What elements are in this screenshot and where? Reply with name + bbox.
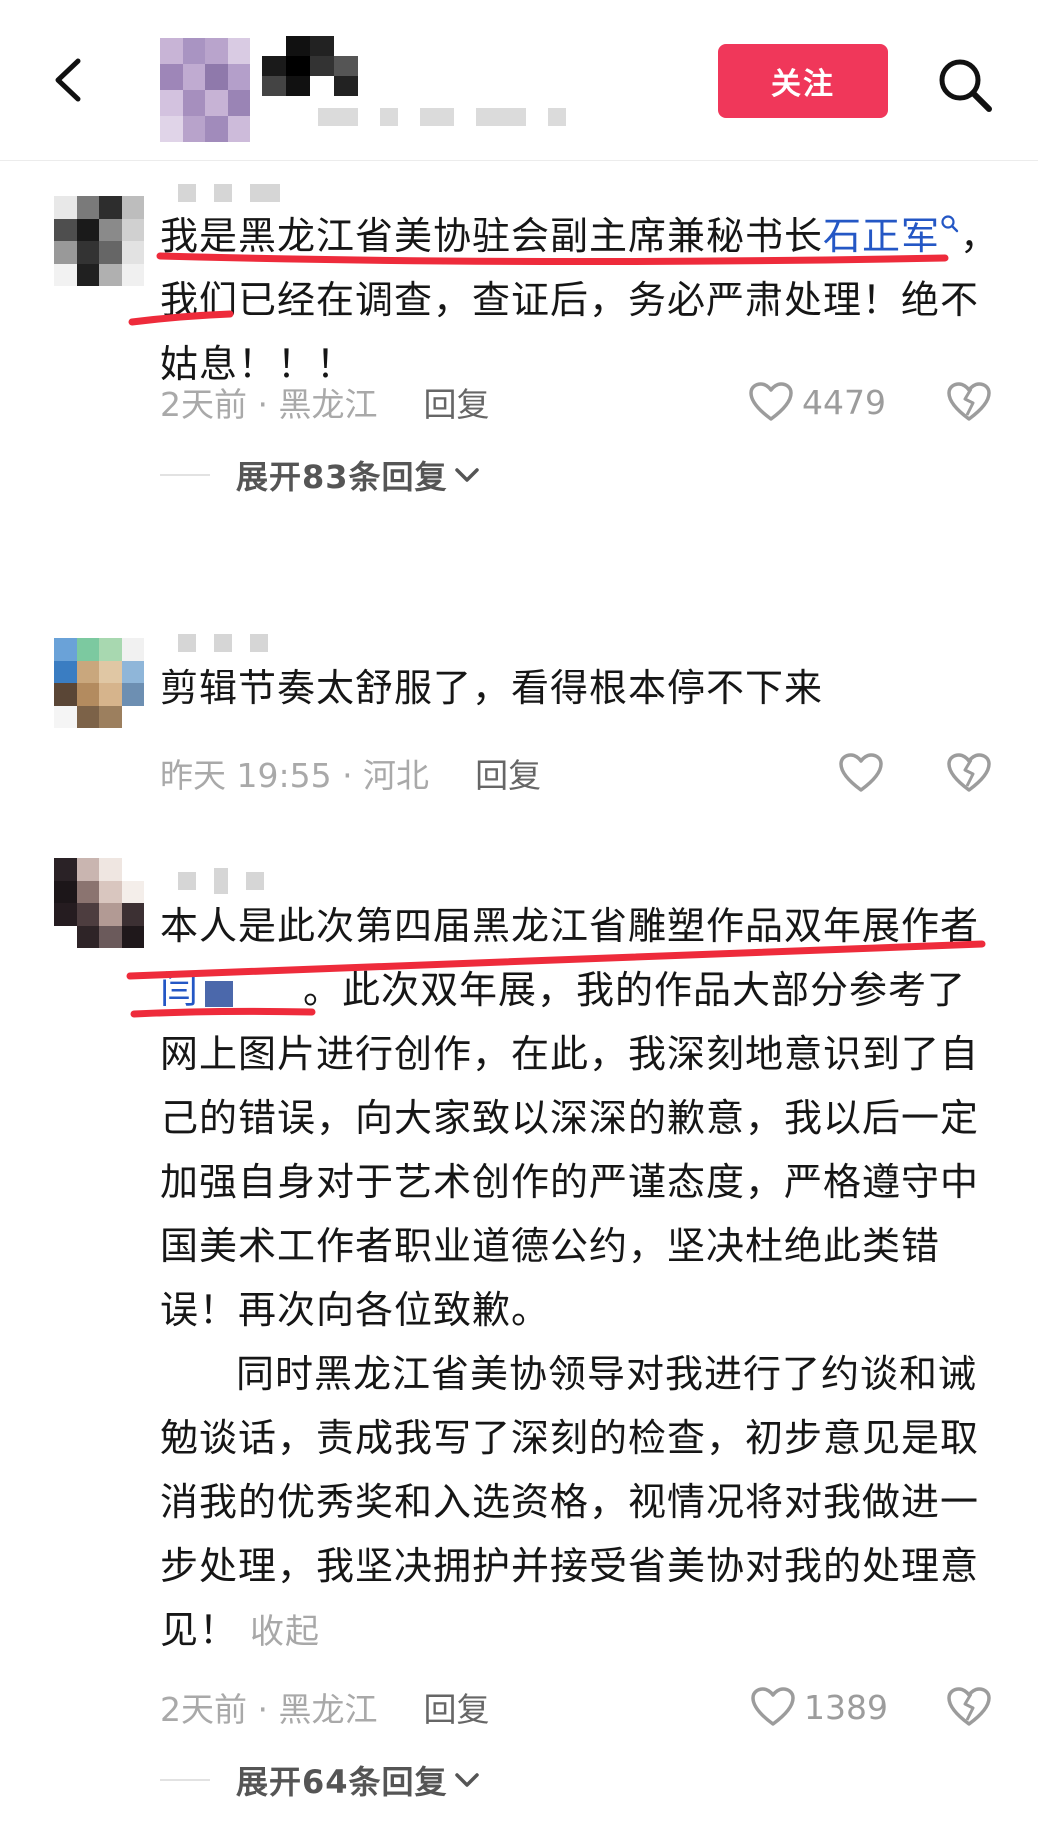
timestamp-location: 昨天 19:55 · 河北 <box>160 756 430 795</box>
username-blurred[interactable] <box>178 182 280 204</box>
search-icon <box>939 59 992 112</box>
author-subtitle-blurred <box>318 104 648 130</box>
username-blurred[interactable] <box>178 632 268 654</box>
author-name-blurred <box>262 36 358 96</box>
chevron-down-icon <box>454 468 479 482</box>
search-icon <box>941 215 959 233</box>
username-blurred[interactable] <box>178 868 264 894</box>
chevron-left-icon <box>55 58 81 102</box>
dislike-button[interactable] <box>946 750 992 796</box>
comment-text-part: 同时黑龙江省美协领导对我进行了约谈和诫勉谈话，责成我写了深刻的检查，初步意见是取… <box>160 1352 980 1652</box>
author-avatar[interactable] <box>160 38 250 142</box>
avatar[interactable] <box>54 858 144 948</box>
mention-link[interactable]: 闫 <box>160 968 303 1012</box>
comment-text-part: 我是黑龙江省美协驻会副主席兼秘书长 <box>160 214 824 258</box>
comment-text: 我是黑龙江省美协驻会副主席兼秘书长石正军 ，我们已经在调查，查证后，务必严肃处理！… <box>160 204 1000 396</box>
like-count: 4479 <box>802 382 886 422</box>
like-button[interactable] <box>838 748 884 798</box>
like-count: 1389 <box>804 1687 888 1727</box>
timestamp-location: 2天前 · 黑龙江 <box>160 385 378 424</box>
like-button[interactable]: 1389 <box>750 1682 888 1732</box>
follow-button[interactable]: 关注 <box>718 44 888 118</box>
comment-meta: 昨天 19:55 · 河北 回复 <box>160 748 541 798</box>
comment-text: 本人是此次第四届黑龙江省雕塑作品双年展作者闫 。此次双年展，我的作品大部分参考了网… <box>160 894 1000 1664</box>
comment-meta: 2天前 · 黑龙江 回复 <box>160 1682 489 1732</box>
chevron-down-icon <box>454 1773 479 1787</box>
reply-button[interactable]: 回复 <box>423 378 489 426</box>
broken-heart-icon <box>947 1687 991 1726</box>
divider-line <box>160 474 210 476</box>
heart-icon <box>749 382 793 421</box>
comment-text: 剪辑节奏太舒服了，看得根本停不下来 <box>160 666 824 710</box>
dislike-button[interactable] <box>946 1684 992 1730</box>
expand-replies-button[interactable]: 展开83条回复 <box>160 450 480 500</box>
comment-text-part: 。此次双年展，我的作品大部分参考了网上图片进行创作，在此，我深刻地意识到了自己的… <box>160 968 980 1332</box>
dislike-button[interactable] <box>946 379 992 425</box>
like-button[interactable]: 4479 <box>748 377 886 427</box>
reply-button[interactable]: 回复 <box>475 749 541 797</box>
name-blurred <box>205 981 234 1007</box>
broken-heart-icon <box>947 753 991 792</box>
expand-replies-label: 展开83条回复 <box>236 458 448 496</box>
comment-item: 我是黑龙江省美协驻会副主席兼秘书长石正军 ，我们已经在调查，查证后，务必严肃处理！… <box>0 160 1038 620</box>
heart-icon <box>839 753 883 792</box>
back-button[interactable] <box>48 55 88 105</box>
expand-replies-label: 展开64条回复 <box>236 1763 448 1801</box>
heart-icon <box>751 1687 795 1726</box>
mention-link[interactable]: 石正军 <box>823 214 960 258</box>
reply-button[interactable]: 回复 <box>423 1683 489 1731</box>
comment-item: 本人是此次第四届黑龙江省雕塑作品双年展作者闫 。此次双年展，我的作品大部分参考了网… <box>0 850 1038 1838</box>
broken-heart-icon <box>947 382 991 421</box>
expand-replies-button[interactable]: 展开64条回复 <box>160 1755 480 1805</box>
search-button[interactable] <box>934 54 996 116</box>
avatar[interactable] <box>54 638 144 728</box>
collapse-button[interactable]: 收起 <box>250 1612 320 1652</box>
comment-text-part: 本人是此次第四届黑龙江省雕塑作品双年展作者 <box>160 904 980 948</box>
comment-meta: 2天前 · 黑龙江 回复 <box>160 377 489 427</box>
avatar[interactable] <box>54 196 144 286</box>
divider-line <box>160 1779 210 1781</box>
comment-item: 剪辑节奏太舒服了，看得根本停不下来 昨天 19:55 · 河北 回复 <box>0 620 1038 840</box>
timestamp-location: 2天前 · 黑龙江 <box>160 1690 378 1729</box>
top-bar: 关注 <box>0 0 1038 161</box>
